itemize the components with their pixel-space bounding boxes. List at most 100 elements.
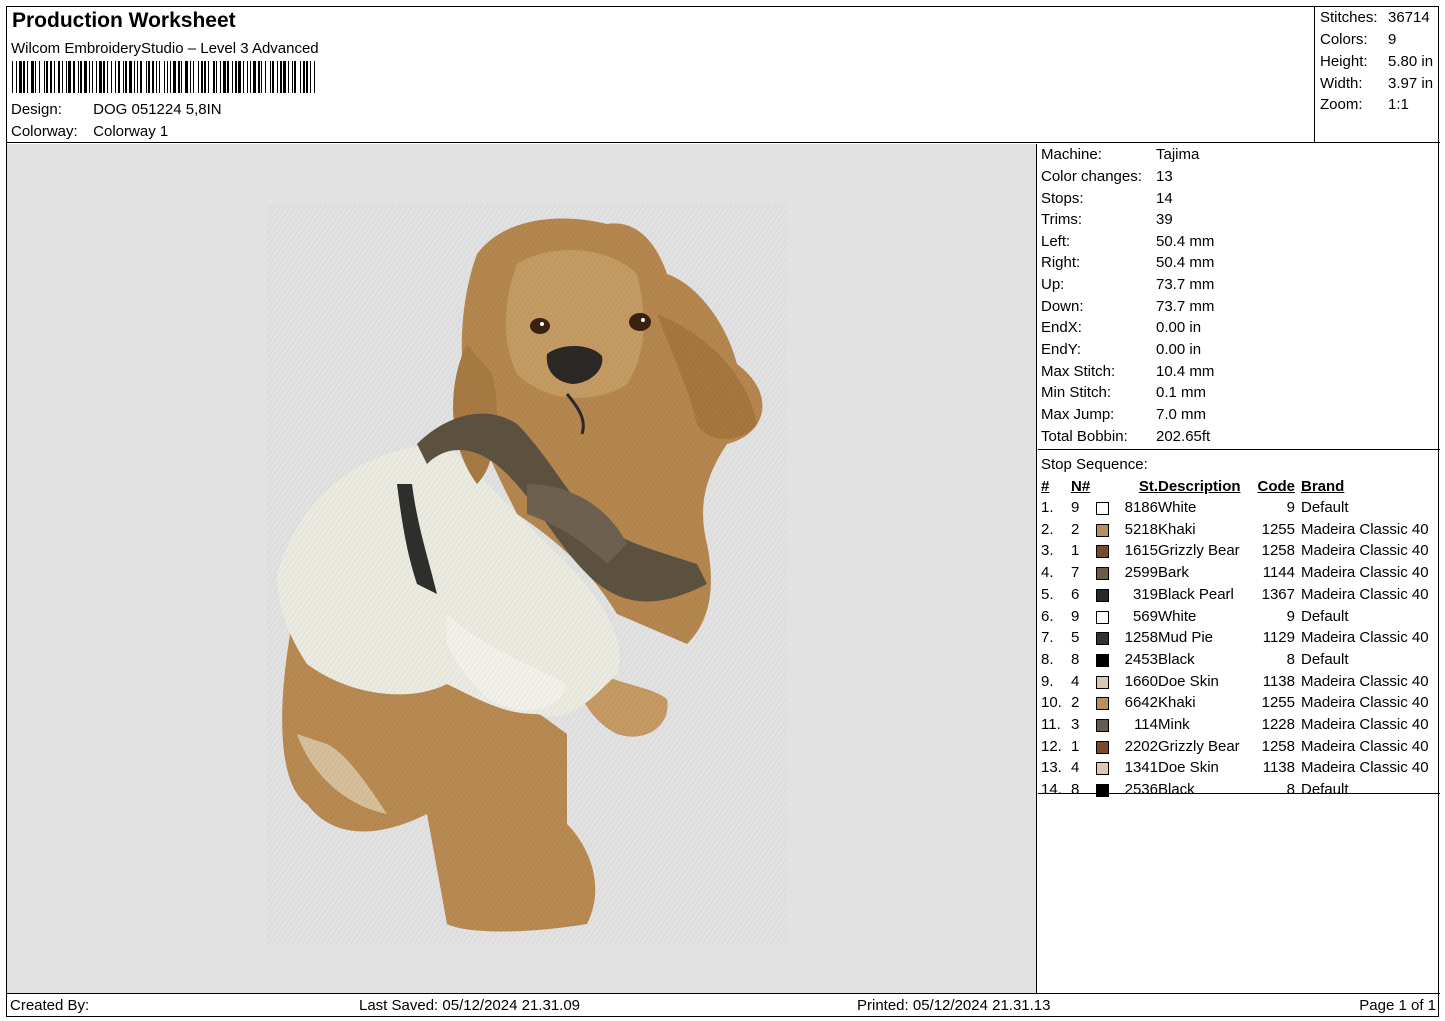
info-min-stitch: Min Stitch: 0.1 mm <box>1041 384 1207 401</box>
row-brand: Madeira Classic 40 <box>1301 585 1429 603</box>
row-description: Black <box>1158 781 1195 799</box>
row-description: Bark <box>1158 564 1189 582</box>
row-brand: Madeira Classic 40 <box>1301 672 1429 690</box>
row-description: Doe Skin <box>1158 672 1219 690</box>
stop-sequence: Stop Sequence: # N# St. Description Code… <box>1038 451 1440 798</box>
stop-sequence-row: 14. 8 2536 Black 8 Default <box>1038 781 1440 802</box>
stop-sequence-row: 3. 1 1615 Grizzly Bear 1258 Madeira Classic 4… <box>1038 542 1440 563</box>
info-max-jump: Max Jump: 7.0 mm <box>1041 406 1207 423</box>
row-needle: 9 <box>1071 499 1080 516</box>
row-description: Black Pearl <box>1158 585 1234 603</box>
color-swatch <box>1096 784 1109 798</box>
header-needle: N# <box>1071 478 1091 495</box>
color-swatch <box>1096 610 1109 624</box>
row-index: 8. <box>1041 650 1054 668</box>
row-index: 5. <box>1041 585 1054 603</box>
row-index: 7. <box>1041 629 1054 647</box>
row-needle: 5 <box>1071 629 1080 647</box>
stat-zoom: Zoom: 1:1 <box>1320 96 1409 113</box>
row-brand: Madeira Classic 40 <box>1301 737 1429 755</box>
stop-sequence-row: 8. 8 2453 Black 8 Default <box>1038 651 1440 672</box>
design-value: DOG 051224 5,8IN <box>93 101 222 118</box>
row-needle: 8 <box>1071 650 1080 668</box>
color-swatch <box>1096 719 1109 732</box>
stat-height: Height: 5.80 in <box>1320 53 1434 70</box>
color-swatch <box>1096 632 1109 646</box>
info-stops: Stops: 14 <box>1041 190 1173 207</box>
row-description: Khaki <box>1158 694 1196 712</box>
row-needle: 7 <box>1071 564 1080 582</box>
row-needle: 9 <box>1071 607 1080 625</box>
row-code: 1255 <box>1261 694 1295 712</box>
colorway-row: Colorway: Colorway 1 <box>11 123 168 140</box>
software-name: Wilcom EmbroideryStudio – Level 3 Advanc… <box>11 40 319 57</box>
row-needle: 4 <box>1071 672 1080 690</box>
stop-sequence-row: 11. 3 114 Mink 1228 Madeira Classic 40 <box>1038 716 1440 737</box>
row-code: 1258 <box>1261 542 1295 560</box>
row-index: 4. <box>1041 564 1054 582</box>
info-right: Right: 50.4 mm <box>1041 254 1215 271</box>
stop-sequence-header: # N# St. Description Code Brand <box>1038 478 1440 499</box>
row-index: 10. <box>1041 694 1062 712</box>
color-swatch <box>1096 545 1109 559</box>
info-down: Down: 73.7 mm <box>1041 298 1215 315</box>
colorway-value: Colorway 1 <box>93 123 169 140</box>
stat-colors: Colors: 9 <box>1320 31 1397 48</box>
row-index: 13. <box>1041 759 1062 777</box>
printed-date: Printed: 05/12/2024 21.31.13 <box>857 997 1051 1014</box>
page-title: Production Worksheet <box>12 9 236 32</box>
color-swatch <box>1096 523 1109 537</box>
stop-sequence-row: 4. 7 2599 Bark 1144 Madeira Classic 40 <box>1038 564 1440 585</box>
row-description: Mink <box>1158 716 1190 733</box>
header-stitches: St. <box>1138 478 1158 495</box>
stop-sequence-row: 2. 2 5218 Khaki 1255 Madeira Classic 40 <box>1038 521 1440 542</box>
row-description: White <box>1158 607 1197 625</box>
color-swatch <box>1096 567 1109 581</box>
row-index: 9. <box>1041 672 1054 690</box>
row-index: 12. <box>1041 737 1062 755</box>
info-total-bobbin: Total Bobbin: 202.65ft <box>1041 428 1211 445</box>
row-code: 1258 <box>1261 737 1295 755</box>
row-code: 1138 <box>1262 672 1295 690</box>
info-machine: Machine: Tajima <box>1041 146 1200 163</box>
design-label: Design: <box>11 101 62 118</box>
row-index: 11. <box>1041 716 1061 733</box>
row-needle: 6 <box>1071 585 1080 603</box>
row-brand: Madeira Classic 40 <box>1301 564 1429 582</box>
info-up: Up: 73.7 mm <box>1041 276 1215 293</box>
row-brand: Madeira Classic 40 <box>1301 759 1429 777</box>
stop-sequence-row: 12. 1 2202 Grizzly Bear 1258 Madeira Classic … <box>1038 738 1440 759</box>
header-brand: Brand <box>1301 478 1345 495</box>
stop-sequence-row: 5. 6 319 Black Pearl 1367 Madeira Classic 40 <box>1038 586 1440 607</box>
production-worksheet: Production Worksheet Wilcom EmbroiderySt… <box>6 6 1440 1018</box>
row-brand: Madeira Classic 40 <box>1301 629 1429 647</box>
row-brand: Madeira Classic 40 <box>1301 716 1429 733</box>
row-description: Grizzly Bear <box>1158 542 1240 560</box>
header-description: Description <box>1158 478 1241 495</box>
stop-sequence-row: 13. 4 1341 Doe Skin 1138 Madeira Classic 40 <box>1038 759 1440 780</box>
last-saved: Last Saved: 05/12/2024 21.31.09 <box>359 997 581 1014</box>
row-code: 1367 <box>1261 585 1295 603</box>
stat-width: Width: 3.97 in <box>1320 75 1434 92</box>
row-code: 1228 <box>1261 716 1295 733</box>
color-swatch <box>1096 588 1109 602</box>
stop-sequence-title: Stop Sequence: <box>1041 456 1148 473</box>
design-preview <box>7 144 1037 993</box>
row-code: 8 <box>1286 781 1295 799</box>
row-code: 1138 <box>1262 759 1295 777</box>
row-description: Black <box>1158 650 1195 668</box>
info-endx: EndX: 0.00 in <box>1041 319 1202 336</box>
row-brand: Default <box>1301 499 1349 516</box>
stop-sequence-row: 10. 2 6642 Khaki 1255 Madeira Classic 40 <box>1038 694 1440 715</box>
row-brand: Default <box>1301 650 1349 668</box>
colorway-label: Colorway: <box>11 123 78 140</box>
row-index: 3. <box>1041 542 1054 560</box>
stop-sequence-row: 6. 9 569 White 9 Default <box>1038 608 1440 629</box>
row-index: 2. <box>1041 520 1054 538</box>
row-brand: Default <box>1301 781 1349 799</box>
row-brand: Madeira Classic 40 <box>1301 542 1429 560</box>
worksheet-footer: Created By: Last Saved: 05/12/2024 21.31… <box>7 993 1440 1018</box>
info-max-stitch: Max Stitch: 10.4 mm <box>1041 363 1215 380</box>
row-description: Doe Skin <box>1158 759 1219 777</box>
row-index: 6. <box>1041 607 1054 625</box>
